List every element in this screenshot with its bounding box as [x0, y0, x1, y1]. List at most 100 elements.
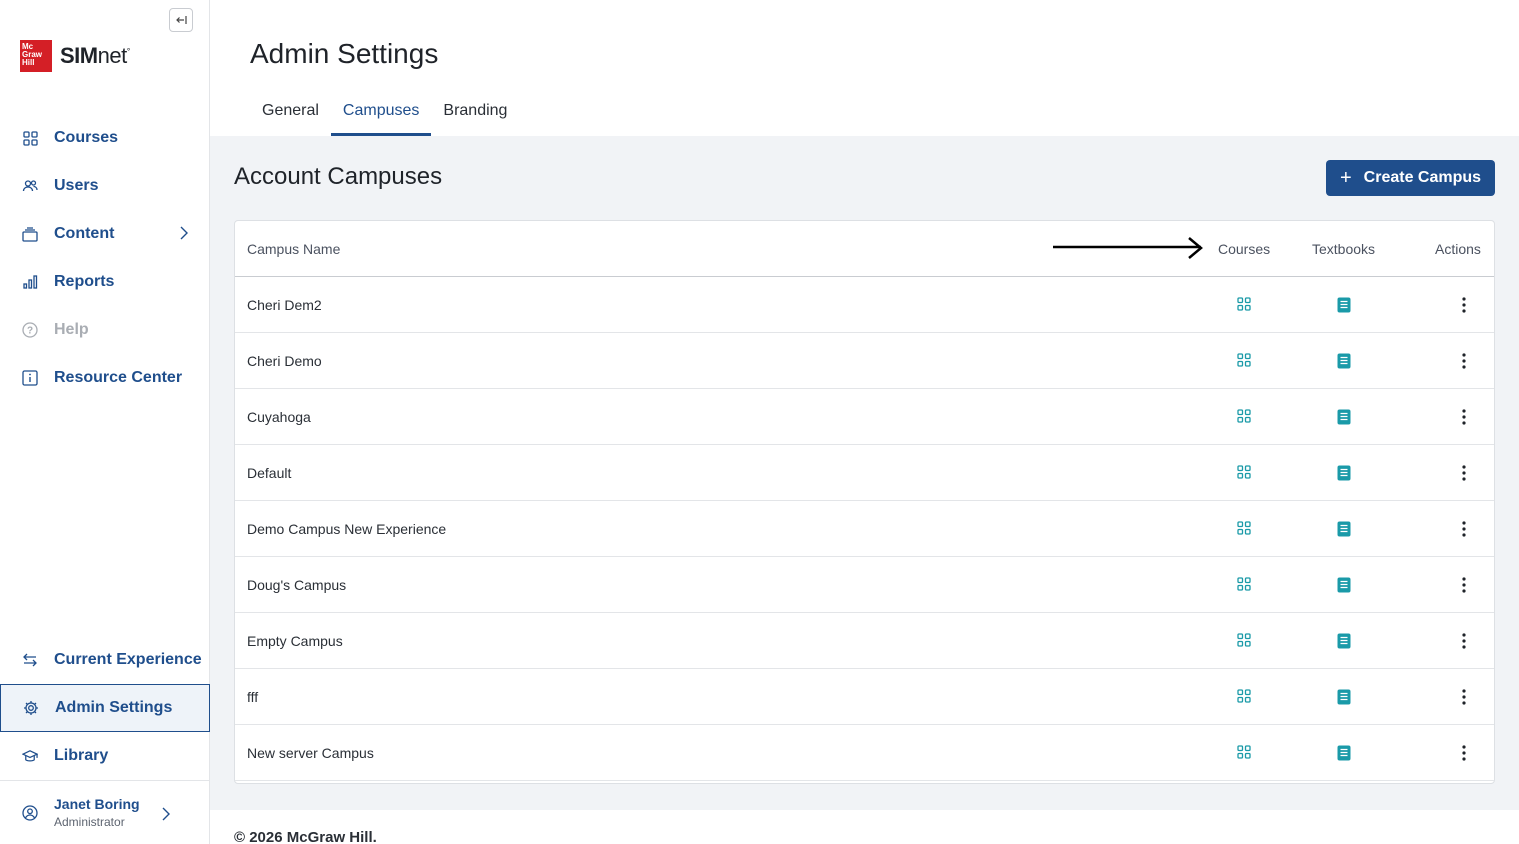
- arrow-annotation: [1053, 237, 1203, 259]
- chevron-right-icon: [162, 807, 170, 821]
- courses-grid-icon[interactable]: [1237, 577, 1251, 596]
- campus-name: New server Campus: [247, 745, 374, 761]
- collapse-sidebar-button[interactable]: [169, 8, 193, 32]
- textbook-icon[interactable]: [1337, 297, 1351, 318]
- more-actions-icon[interactable]: [1457, 352, 1471, 370]
- textbook-icon[interactable]: [1337, 577, 1351, 598]
- table-row[interactable]: Empty Campus: [235, 613, 1494, 669]
- table-row[interactable]: New server Campus: [235, 725, 1494, 781]
- column-header-campus-name[interactable]: Campus Name: [247, 241, 340, 257]
- more-actions-icon[interactable]: [1457, 520, 1471, 538]
- page-header: Admin Settings General Campuses Branding: [210, 0, 1519, 136]
- courses-grid-icon[interactable]: [1237, 633, 1251, 652]
- sidebar-item-users[interactable]: Users: [0, 162, 210, 210]
- table-row[interactable]: Cuyahoga: [235, 389, 1494, 445]
- user-menu[interactable]: Janet Boring Administrator: [0, 780, 210, 844]
- product-name: SIMnet°: [60, 43, 130, 69]
- user-role: Administrator: [54, 815, 125, 829]
- page-title: Admin Settings: [250, 38, 439, 69]
- product-name-rest: net: [97, 43, 128, 68]
- tab-general[interactable]: General: [250, 88, 331, 136]
- campus-name: Empty Campus: [247, 633, 343, 649]
- campus-name: Default: [247, 465, 292, 481]
- tab-branding[interactable]: Branding: [431, 88, 519, 136]
- table-row[interactable]: Default: [235, 445, 1494, 501]
- courses-grid-icon[interactable]: [1237, 521, 1251, 540]
- more-actions-icon[interactable]: [1457, 744, 1471, 762]
- sidebar-item-admin-settings[interactable]: Admin Settings: [0, 684, 210, 732]
- tab-campuses[interactable]: Campuses: [330, 88, 432, 136]
- sidebar-item-courses[interactable]: Courses: [0, 114, 210, 162]
- sidebar-item-label: Help: [54, 321, 89, 338]
- sidebar-item-label: Library: [54, 747, 109, 764]
- courses-grid-icon[interactable]: [1237, 745, 1251, 764]
- more-actions-icon[interactable]: [1457, 296, 1471, 314]
- plus-icon: +: [1339, 166, 1352, 189]
- copyright: © 2026 McGraw Hill.: [234, 829, 377, 844]
- campuses-panel: Account Campuses + Create Campus Campus …: [210, 136, 1519, 810]
- sidebar-item-label: Current Experience: [54, 651, 202, 668]
- table-row[interactable]: Cheri Demo: [235, 333, 1494, 389]
- textbook-icon[interactable]: [1337, 745, 1351, 766]
- textbook-icon[interactable]: [1337, 521, 1351, 542]
- courses-grid-icon[interactable]: [1237, 465, 1251, 484]
- textbook-icon[interactable]: [1337, 465, 1351, 486]
- more-actions-icon[interactable]: [1457, 632, 1471, 650]
- create-campus-label: Create Campus: [1363, 169, 1482, 186]
- product-name-mark: °: [126, 46, 131, 57]
- chevron-right-icon: [180, 226, 188, 240]
- table-row[interactable]: fff: [235, 669, 1494, 725]
- tabs: General Campuses Branding: [250, 88, 519, 136]
- info-icon: [22, 370, 38, 386]
- graduation-cap-icon: [22, 748, 38, 764]
- column-header-courses: Courses: [1218, 241, 1271, 257]
- sidebar-item-current-experience[interactable]: Current Experience: [0, 636, 210, 684]
- sidebar-item-label: Reports: [54, 273, 115, 290]
- bar-chart-icon: [22, 274, 38, 290]
- svg-text:?: ?: [27, 326, 33, 337]
- help-icon: ?: [22, 322, 38, 338]
- more-actions-icon[interactable]: [1457, 408, 1471, 426]
- courses-grid-icon[interactable]: [1237, 297, 1251, 316]
- sidebar-item-reports[interactable]: Reports: [0, 258, 210, 306]
- more-actions-icon[interactable]: [1457, 464, 1471, 482]
- campuses-table: Campus Name Courses Textbooks Actions Ch…: [234, 220, 1495, 784]
- courses-grid-icon[interactable]: [1237, 353, 1251, 372]
- textbook-icon[interactable]: [1337, 409, 1351, 430]
- grid-icon: [22, 130, 38, 146]
- sidebar-item-library[interactable]: Library: [0, 732, 210, 780]
- campus-name: Cheri Demo: [247, 353, 322, 369]
- logo-line-3: Hill: [22, 58, 35, 67]
- logo[interactable]: Mc Graw Hill SIMnet°: [20, 40, 130, 72]
- users-icon: [22, 178, 38, 194]
- sidebar-item-help[interactable]: ? Help: [0, 306, 210, 354]
- table-row[interactable]: Demo Campus New Experience: [235, 501, 1494, 557]
- sidebar-item-label: Courses: [54, 129, 119, 146]
- more-actions-icon[interactable]: [1457, 688, 1471, 706]
- campus-name: fff: [247, 689, 259, 705]
- textbook-icon[interactable]: [1337, 353, 1351, 374]
- mcgraw-hill-logo: Mc Graw Hill: [20, 40, 52, 72]
- swap-icon: [22, 652, 38, 668]
- campus-name: Doug's Campus: [247, 577, 347, 593]
- section-title: Account Campuses: [234, 163, 443, 190]
- textbook-icon[interactable]: [1337, 633, 1351, 654]
- column-header-actions: Actions: [1435, 241, 1481, 257]
- campus-name: Cheri Dem2: [247, 297, 322, 313]
- table-header: Campus Name Courses Textbooks Actions: [235, 221, 1494, 277]
- avatar: [22, 805, 38, 821]
- stack-icon: [22, 226, 38, 242]
- table-row[interactable]: Doug's Campus: [235, 557, 1494, 613]
- campus-name: Demo Campus New Experience: [247, 521, 447, 537]
- table-row[interactable]: Cheri Dem2: [235, 277, 1494, 333]
- sidebar-item-resource-center[interactable]: Resource Center: [0, 354, 210, 402]
- create-campus-button[interactable]: + Create Campus: [1326, 160, 1495, 196]
- more-actions-icon[interactable]: [1457, 576, 1471, 594]
- courses-grid-icon[interactable]: [1237, 689, 1251, 708]
- courses-grid-icon[interactable]: [1237, 409, 1251, 428]
- sidebar-item-label: Content: [54, 225, 115, 242]
- sidebar-item-content[interactable]: Content: [0, 210, 210, 258]
- sidebar-item-label: Users: [54, 177, 99, 194]
- textbook-icon[interactable]: [1337, 689, 1351, 710]
- main: Admin Settings General Campuses Branding…: [210, 0, 1519, 844]
